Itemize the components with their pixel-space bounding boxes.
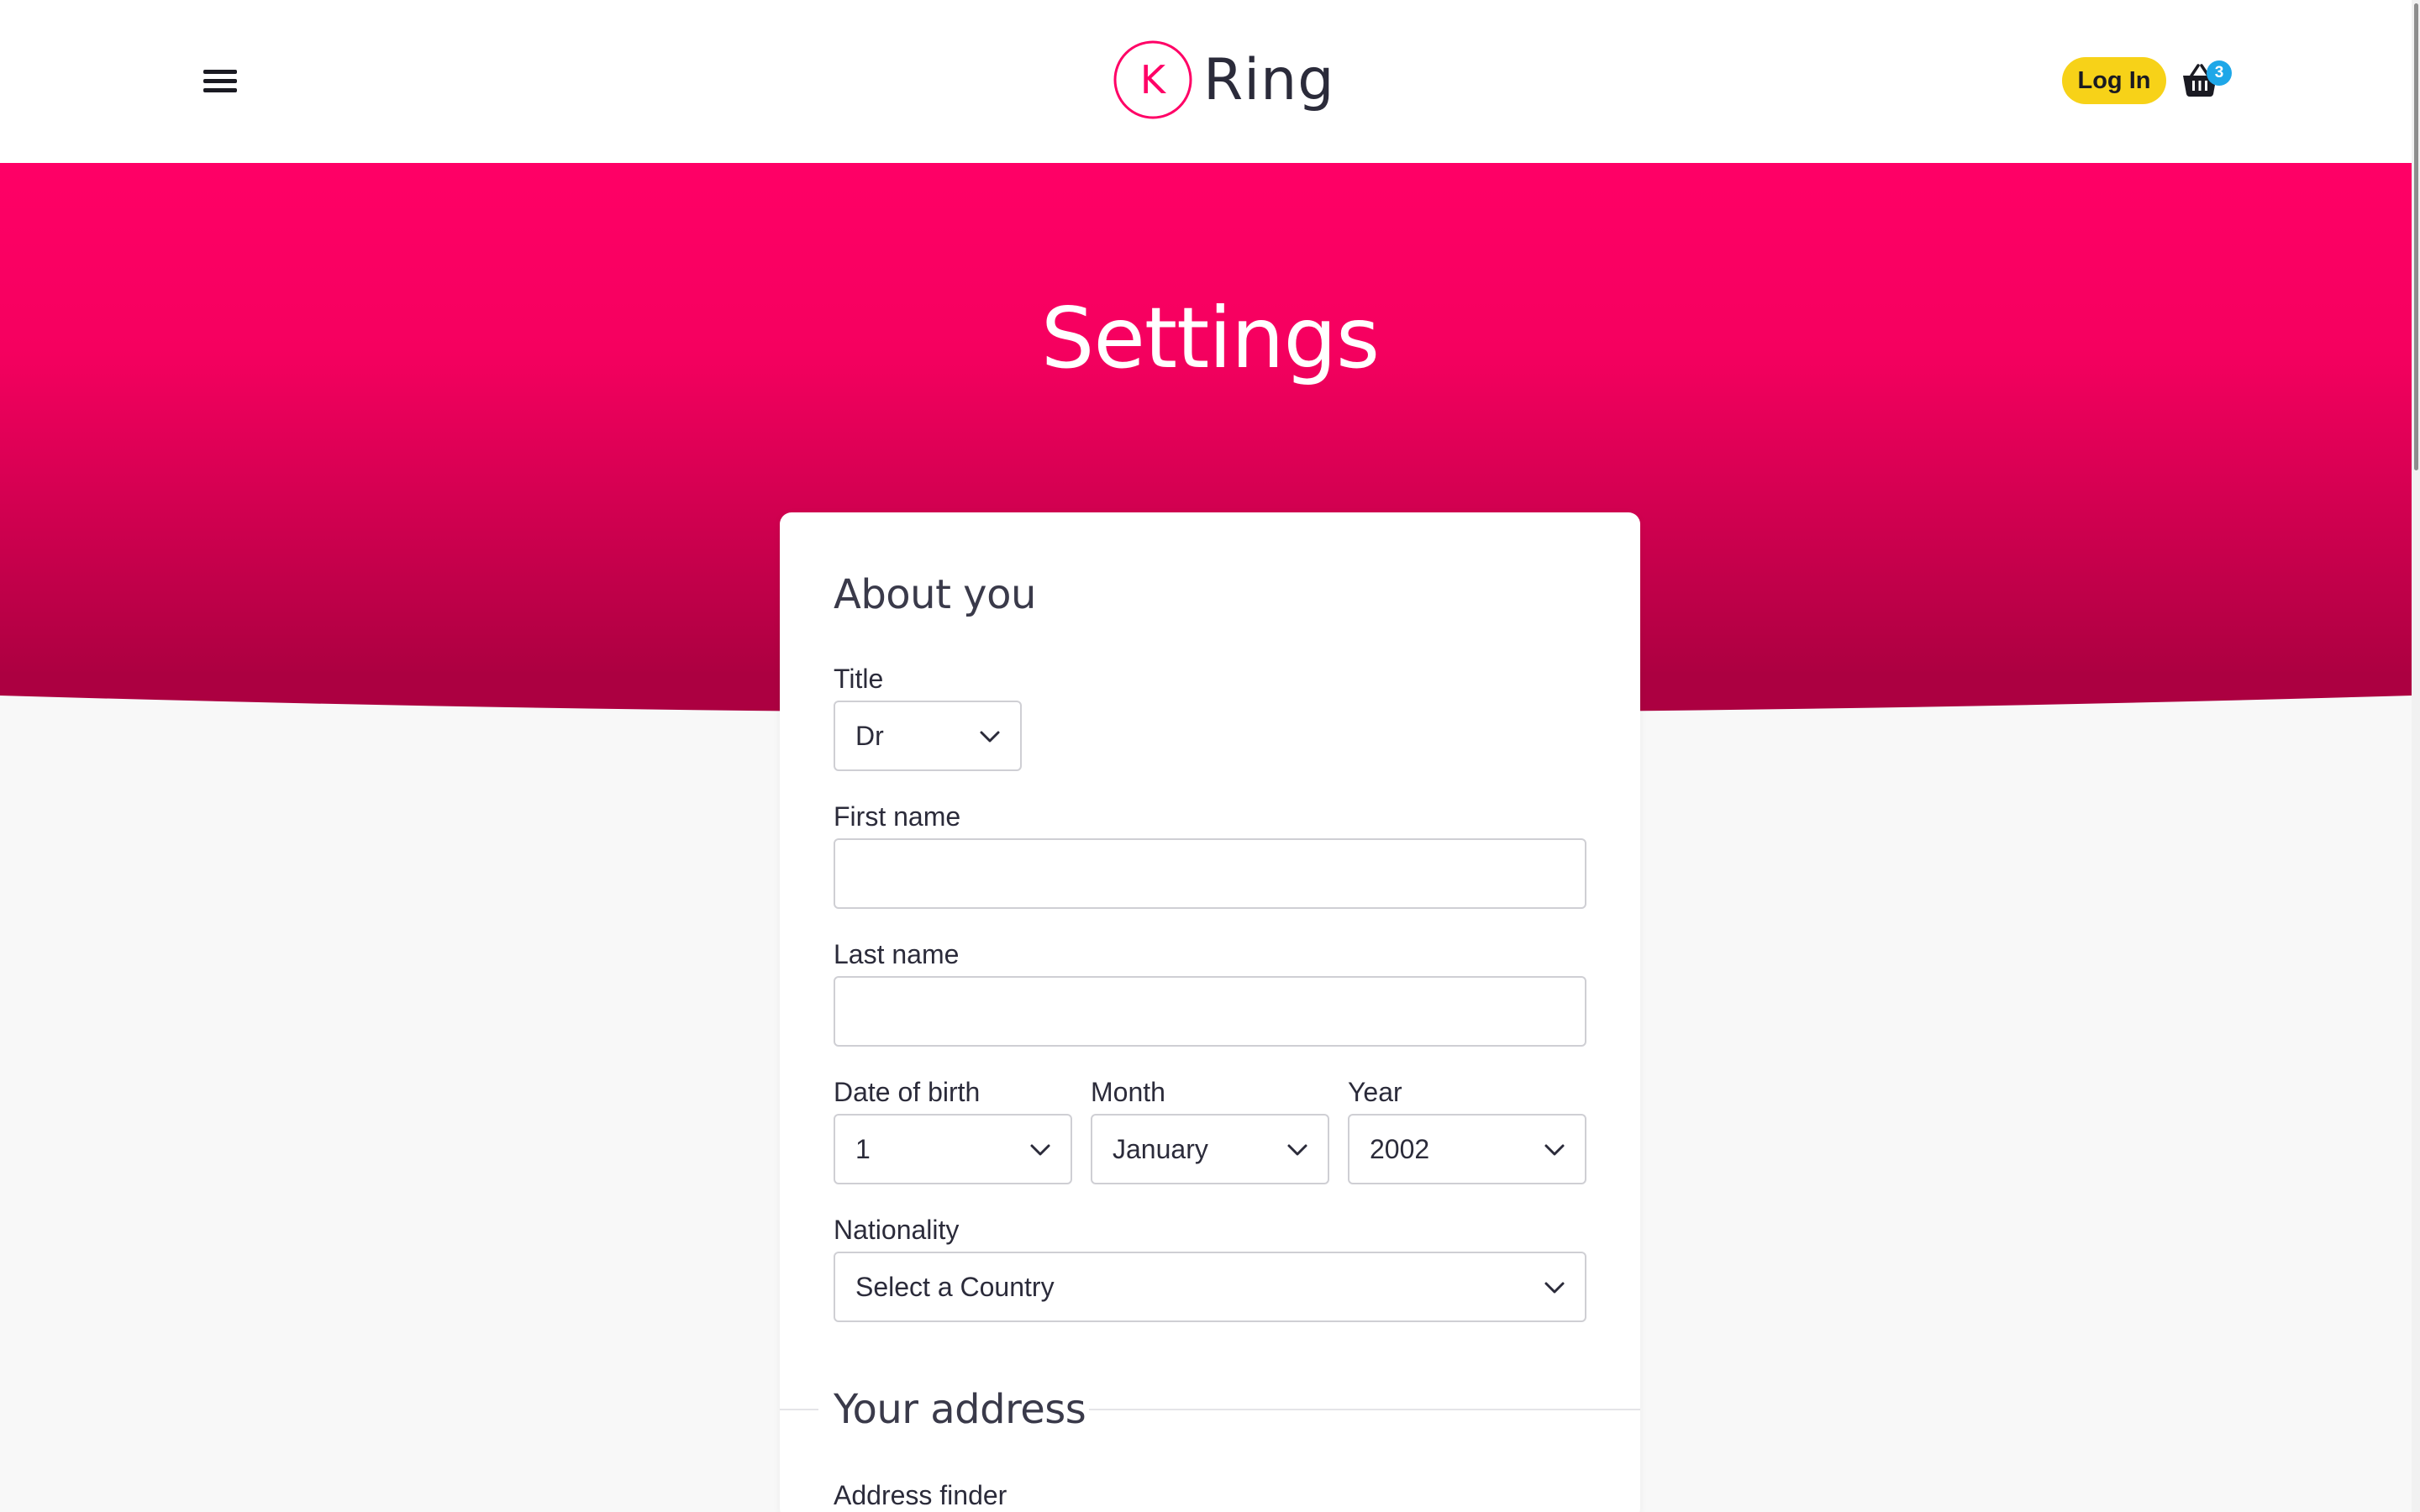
- last-name-field[interactable]: [834, 976, 1586, 1047]
- dob-day-value: 1: [855, 1134, 871, 1164]
- dob-day-select[interactable]: 1: [834, 1114, 1072, 1184]
- page-scrollbar[interactable]: [2412, 0, 2420, 1512]
- settings-card: About you Title Dr First name Last name …: [780, 512, 1640, 1512]
- first-name-label: First name: [834, 801, 961, 832]
- nationality-select[interactable]: Select a Country: [834, 1252, 1586, 1322]
- section-title-your-address: Your address: [834, 1386, 1086, 1433]
- dob-year-value: 2002: [1370, 1134, 1430, 1164]
- nationality-value: Select a Country: [855, 1272, 1055, 1302]
- login-button[interactable]: Log In: [2062, 57, 2166, 104]
- title-select[interactable]: Dr: [834, 701, 1022, 771]
- section-divider-left: [780, 1409, 818, 1410]
- dob-month-value: January: [1113, 1134, 1208, 1164]
- logo-mark: K: [1113, 40, 1192, 119]
- title-select-value: Dr: [855, 721, 884, 751]
- scrollbar-thumb[interactable]: [2414, 3, 2418, 470]
- chevron-down-icon: [980, 731, 1000, 743]
- address-finder-label: Address finder: [834, 1480, 1007, 1510]
- menu-icon[interactable]: [203, 67, 240, 94]
- chevron-down-icon: [1544, 1282, 1565, 1294]
- dob-year-select[interactable]: 2002: [1348, 1114, 1586, 1184]
- last-name-label: Last name: [834, 939, 960, 969]
- logo[interactable]: K Ring: [1113, 39, 1334, 121]
- dob-label: Date of birth: [834, 1077, 981, 1107]
- nationality-label: Nationality: [834, 1215, 960, 1245]
- year-label: Year: [1348, 1077, 1402, 1107]
- chevron-down-icon: [1030, 1144, 1050, 1156]
- title-label: Title: [834, 664, 884, 694]
- logo-text: Ring: [1203, 46, 1335, 113]
- section-title-about-you: About you: [834, 571, 1036, 618]
- chevron-down-icon: [1544, 1144, 1565, 1156]
- logo-letter: K: [1140, 57, 1167, 102]
- page-title: Settings: [1040, 289, 1380, 387]
- chevron-down-icon: [1287, 1144, 1307, 1156]
- dob-month-select[interactable]: January: [1091, 1114, 1329, 1184]
- section-divider-right: [1089, 1409, 1640, 1410]
- site-header: K Ring Log In 3: [0, 0, 2420, 163]
- first-name-field[interactable]: [834, 838, 1586, 909]
- basket-count-badge: 3: [2207, 60, 2232, 86]
- month-label: Month: [1091, 1077, 1165, 1107]
